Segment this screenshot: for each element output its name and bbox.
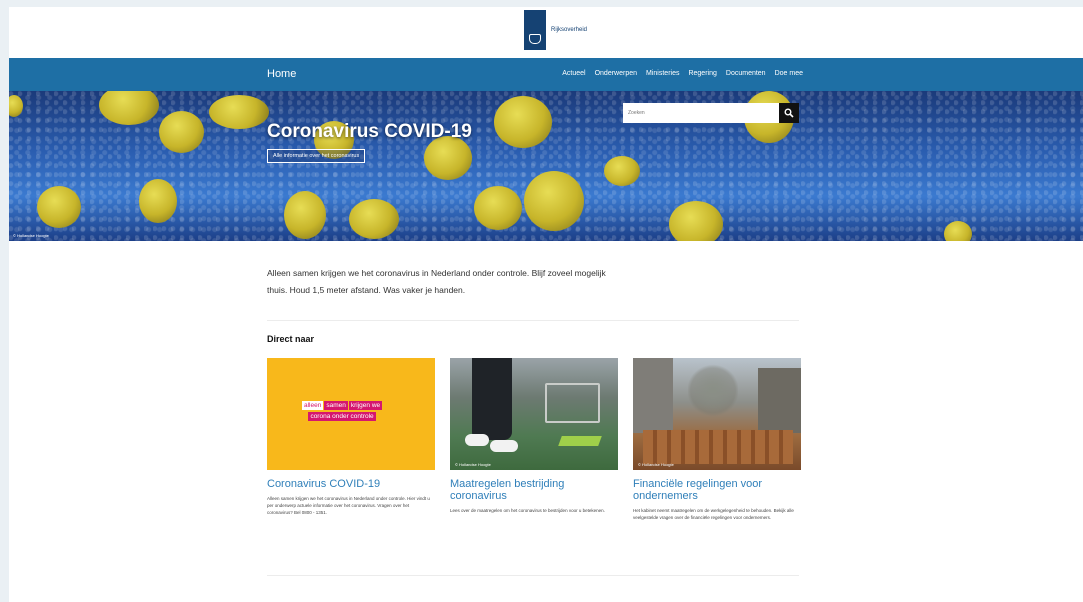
badge-word: corona onder controle [308, 412, 376, 421]
virus-particle [669, 201, 723, 241]
sneaker [490, 440, 518, 452]
floor-marking [558, 436, 602, 446]
virus-particle [37, 186, 81, 228]
nav-item-documenten[interactable]: Documenten [726, 70, 766, 77]
virus-particle [494, 96, 552, 148]
card-title[interactable]: Coronavirus COVID-19 [267, 478, 435, 490]
nav-item-ministeries[interactable]: Ministeries [646, 70, 679, 77]
nav-item-regering[interactable]: Regering [688, 70, 716, 77]
card-description: Alleen samen krijgen we het coronavirus … [267, 496, 430, 515]
tree-shape [688, 363, 738, 418]
badge-word: alleen [302, 401, 324, 410]
nav-item-actueel[interactable]: Actueel [562, 70, 585, 77]
virus-particle [209, 95, 269, 129]
hero-info-link[interactable]: Alle informatie over het coronavirus [267, 149, 366, 163]
badge-word: samen [324, 401, 348, 410]
virus-particle [284, 191, 326, 239]
image-credit: © Hollandse Hoogte [638, 462, 674, 467]
virus-particle [944, 221, 972, 241]
shopping-cart-shape [545, 383, 600, 423]
building-shape [633, 358, 673, 433]
top-bar: Rijksoverheid [9, 7, 1083, 58]
image-credit: © Hollandse Hoogte [455, 462, 491, 467]
virus-particle [604, 156, 640, 186]
nav-items: Actueel Onderwerpen Ministeries Regering… [562, 70, 803, 77]
search-icon [784, 108, 794, 118]
card-image: alleen samen krijgen we corona onder con… [267, 358, 435, 470]
campaign-badge: alleen samen krijgen we corona onder con… [302, 401, 383, 421]
card-description: Lees over de maatregelen om het coronavi… [450, 508, 605, 513]
coat-of-arms-icon [524, 10, 546, 50]
nav-item-doe-mee[interactable]: Doe mee [775, 70, 803, 77]
search-button[interactable] [779, 103, 799, 123]
virus-particle [159, 111, 204, 153]
building-shape [758, 368, 801, 433]
nav-home[interactable]: Home [267, 68, 296, 80]
person-legs [472, 358, 512, 440]
logo-text: Rijksoverheid [551, 27, 588, 33]
hero-banner: Coronavirus COVID-19 Alle informatie ove… [9, 91, 1083, 241]
card-title[interactable]: Maatregelen bestrijding coronavirus [450, 478, 618, 502]
card-title[interactable]: Financiële regelingen voor ondernemers [633, 478, 801, 502]
card-financiele-regelingen[interactable]: © Hollandse Hoogte Financiële regelingen… [633, 358, 801, 521]
hero-title: Coronavirus COVID-19 [267, 121, 472, 142]
terrace-chairs [643, 430, 793, 464]
virus-particle [349, 199, 399, 239]
virus-particle [474, 186, 522, 230]
card-image: © Hollandse Hoogte [450, 358, 618, 470]
card-description: Het kabinet neemt maatregelen om de werk… [633, 508, 794, 520]
intro-text: Alleen samen krijgen we het coronavirus … [267, 268, 606, 295]
hero-photo-credit: © Hollandse Hoogte [13, 233, 49, 238]
page: Rijksoverheid Home Actueel Onderwerpen M… [9, 7, 1083, 602]
card-coronavirus[interactable]: alleen samen krijgen we corona onder con… [267, 358, 435, 516]
badge-word: krijgen we [348, 401, 383, 410]
sneaker [465, 434, 489, 446]
card-image: © Hollandse Hoogte [633, 358, 801, 470]
search-input[interactable] [623, 103, 779, 123]
nav-item-onderwerpen[interactable]: Onderwerpen [595, 70, 637, 77]
virus-particle [524, 171, 584, 231]
divider [267, 320, 799, 321]
rijksoverheid-logo[interactable]: Rijksoverheid [524, 10, 587, 50]
divider [267, 575, 799, 576]
card-maatregelen[interactable]: © Hollandse Hoogte Maatregelen bestrijdi… [450, 358, 618, 514]
virus-particle [139, 179, 177, 223]
direct-naar-heading: Direct naar [267, 334, 315, 344]
main-nav: Home Actueel Onderwerpen Ministeries Reg… [9, 58, 1083, 91]
